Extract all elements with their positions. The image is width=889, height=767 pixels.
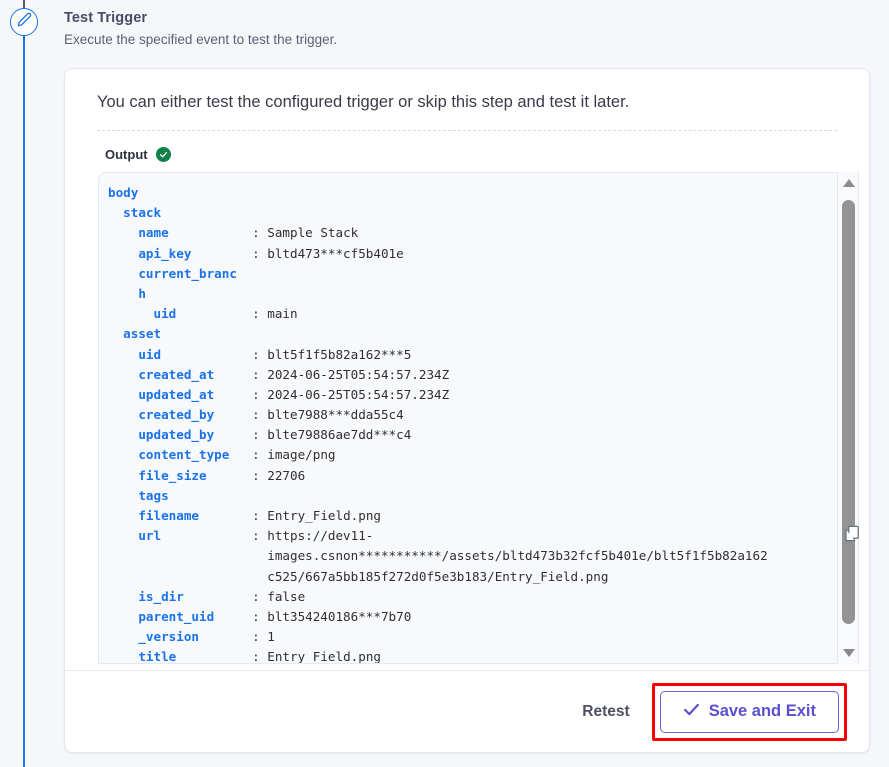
code-value: image/png <box>267 447 336 463</box>
code-key: is_dir <box>108 588 184 604</box>
code-line: updated_at : 2024-06-25T05:54:57.234Z <box>108 386 450 402</box>
step-timeline-rail <box>0 0 48 767</box>
code-line: api_key : bltd473***cf5b401e <box>108 245 404 261</box>
output-header: Output <box>65 131 869 172</box>
code-key: updated_at <box>108 386 215 402</box>
code-line: current_branc <box>108 264 837 284</box>
code-key: created_at <box>108 366 215 382</box>
code-value: blte79886ae7dd***c4 <box>267 427 412 443</box>
triangle-down-icon[interactable] <box>838 644 859 662</box>
code-value: blte7988***dda55c4 <box>267 407 404 423</box>
code-line: tags <box>108 486 837 506</box>
code-key: uid <box>108 346 162 362</box>
code-line: created_by : blte7988***dda55c4 <box>108 407 404 423</box>
code-value: 1 <box>267 629 275 645</box>
triangle-up-icon[interactable] <box>838 174 859 192</box>
code-value: main <box>267 306 298 322</box>
output-scrollbar[interactable] <box>838 172 859 664</box>
code-line: c525/667a5bb185f272d0f5e3b183/Entry_Fiel… <box>108 567 837 587</box>
code-key: url <box>108 528 162 544</box>
code-key: filename <box>108 508 199 523</box>
save-and-exit-label: Save and Exit <box>708 702 816 720</box>
code-key: name <box>108 225 169 241</box>
page-subtitle: Execute the specified event to test the … <box>64 32 338 47</box>
check-icon <box>683 701 700 723</box>
copy-icon[interactable] <box>840 522 862 544</box>
code-value: Sample Stack <box>267 225 359 241</box>
code-value: blt354240186***7b70 <box>267 608 412 624</box>
code-value: c525/667a5bb185f272d0f5e3b183/Entry_Fiel… <box>267 568 609 584</box>
scrollbar-thumb[interactable] <box>842 200 855 624</box>
code-value: false <box>267 588 306 604</box>
code-key: created_by <box>108 407 215 423</box>
code-value: 2024-06-25T05:54:57.234Z <box>267 366 450 382</box>
code-line: images.csnon***********/assets/bltd473b3… <box>108 546 837 566</box>
code-key: updated_by <box>108 427 215 443</box>
code-value: 22706 <box>267 467 306 483</box>
code-line: content_type : image/png <box>108 447 336 463</box>
code-value: https://dev11- <box>267 528 374 544</box>
output-viewer: body stack name : Sample Stack api_key :… <box>98 172 869 669</box>
code-key: _version <box>108 629 199 645</box>
code-line: created_at : 2024-06-25T05:54:57.234Z <box>108 366 450 382</box>
output-code-block[interactable]: body stack name : Sample Stack api_key :… <box>98 172 838 664</box>
code-line: title : Entry_Field.png <box>108 649 381 664</box>
code-value: Entry_Field.png <box>267 649 381 664</box>
card-intro-text: You can either test the configured trigg… <box>97 93 630 111</box>
code-line: url : https://dev11- <box>108 528 374 544</box>
test-trigger-card: You can either test the configured trigg… <box>64 68 870 753</box>
page-title: Test Trigger <box>64 10 148 26</box>
code-key: stack <box>108 205 162 221</box>
section-header: Test Trigger Execute the specified event… <box>64 10 764 47</box>
output-code-lines: body stack name : Sample Stack api_key :… <box>99 183 837 664</box>
code-key: tags <box>108 487 169 503</box>
code-key: api_key <box>108 245 192 261</box>
code-line: _version : 1 <box>108 629 275 645</box>
retest-button[interactable]: Retest <box>564 693 647 731</box>
code-key: parent_uid <box>108 608 215 624</box>
code-key: file_size <box>108 467 207 483</box>
code-line: parent_uid : blt354240186***7b70 <box>108 608 412 624</box>
check-circle-icon <box>155 147 171 162</box>
code-line: asset <box>108 324 837 344</box>
step-node-edit[interactable] <box>10 8 38 36</box>
code-key: content_type <box>108 447 230 463</box>
code-line: filename : Entry_Field.png <box>108 508 381 523</box>
code-key: title <box>108 649 177 664</box>
code-line: body <box>108 183 837 203</box>
code-key: body <box>108 185 139 200</box>
code-line: h <box>108 284 837 304</box>
output-label: Output <box>105 147 148 162</box>
code-line: uid : main <box>108 306 298 322</box>
code-value: bltd473***cf5b401e <box>267 245 404 261</box>
code-value: Entry_Field.png <box>267 508 381 523</box>
code-line: updated_by : blte79886ae7dd***c4 <box>108 427 412 443</box>
code-key: asset <box>108 326 162 342</box>
code-line: file_size : 22706 <box>108 467 306 483</box>
rail-line-below <box>23 36 25 767</box>
code-value: blt5f1f5b82a162***5 <box>267 346 412 362</box>
save-and-exit-button[interactable]: Save and Exit <box>659 690 839 733</box>
code-line: name : Sample Stack <box>108 225 359 241</box>
code-key: current_branc <box>108 265 237 281</box>
code-line: stack <box>108 203 837 223</box>
card-footer: Retest Save and Exit <box>65 670 869 752</box>
code-value: images.csnon***********/assets/bltd473b3… <box>267 548 768 564</box>
pencil-icon <box>17 12 32 32</box>
code-value: 2024-06-25T05:54:57.234Z <box>267 386 450 402</box>
code-line: is_dir : false <box>108 588 306 604</box>
save-button-highlight: Save and Exit <box>651 682 847 741</box>
code-line: uid : blt5f1f5b82a162***5 <box>108 346 412 362</box>
code-key: h <box>108 285 146 301</box>
code-key: uid <box>108 306 177 322</box>
